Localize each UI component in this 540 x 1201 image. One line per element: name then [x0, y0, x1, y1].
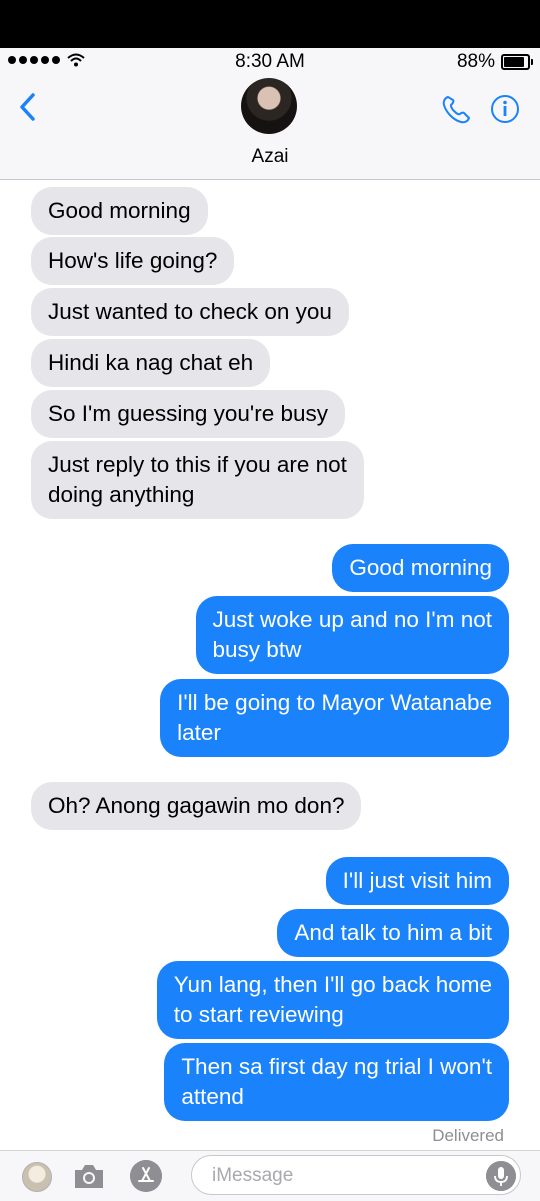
info-icon[interactable]: [490, 94, 520, 124]
back-chevron-icon[interactable]: [14, 92, 44, 122]
message-bubble-incoming[interactable]: How's life going?: [31, 237, 235, 285]
message-bubble-incoming[interactable]: Good morning: [31, 187, 208, 235]
message-bubble-incoming[interactable]: Just reply to this if you are not doing …: [31, 441, 364, 519]
battery-icon: [501, 54, 533, 70]
phone-icon[interactable]: [440, 94, 472, 126]
message-bubble-outgoing[interactable]: Yun lang, then I'll go back home to star…: [156, 961, 509, 1039]
conversation-header: Azai: [0, 78, 540, 180]
message-composer: [0, 1150, 540, 1201]
message-bubble-incoming[interactable]: So I'm guessing you're busy: [31, 390, 345, 438]
message-bubble-outgoing[interactable]: I'll be going to Mayor Watanabe later: [160, 679, 509, 757]
top-black-bar: [0, 0, 540, 48]
message-bubble-incoming[interactable]: Just wanted to check on you: [31, 288, 349, 336]
message-bubble-outgoing[interactable]: I'll just visit him: [325, 857, 509, 905]
contact-name[interactable]: Azai: [0, 146, 540, 168]
message-bubble-outgoing[interactable]: Just woke up and no I'm not busy btw: [195, 596, 509, 674]
battery-percent: 88%: [456, 51, 495, 72]
message-thread[interactable]: Good morning How's life going? Just want…: [0, 180, 540, 1150]
app-store-icon[interactable]: [130, 1160, 162, 1192]
delivered-status: Delivered: [432, 1126, 504, 1145]
message-bubble-incoming[interactable]: Hindi ka nag chat eh: [31, 339, 271, 387]
message-bubble-incoming[interactable]: Oh? Anong gagawin mo don?: [31, 782, 362, 830]
battery-fill: [504, 57, 525, 67]
imessage-input-field[interactable]: [191, 1155, 521, 1195]
memoji-app-icon[interactable]: [22, 1162, 52, 1192]
microphone-icon[interactable]: [486, 1161, 516, 1191]
imessage-input[interactable]: [210, 1164, 474, 1188]
camera-icon[interactable]: [72, 1161, 106, 1191]
message-bubble-outgoing[interactable]: Then sa first day ng trial I won't atten…: [164, 1043, 509, 1121]
contact-avatar[interactable]: [241, 78, 297, 134]
message-bubble-outgoing[interactable]: And talk to him a bit: [277, 909, 509, 957]
message-bubble-outgoing[interactable]: Good morning: [332, 544, 509, 592]
status-bar: 8:30 AM 88%: [0, 48, 540, 78]
